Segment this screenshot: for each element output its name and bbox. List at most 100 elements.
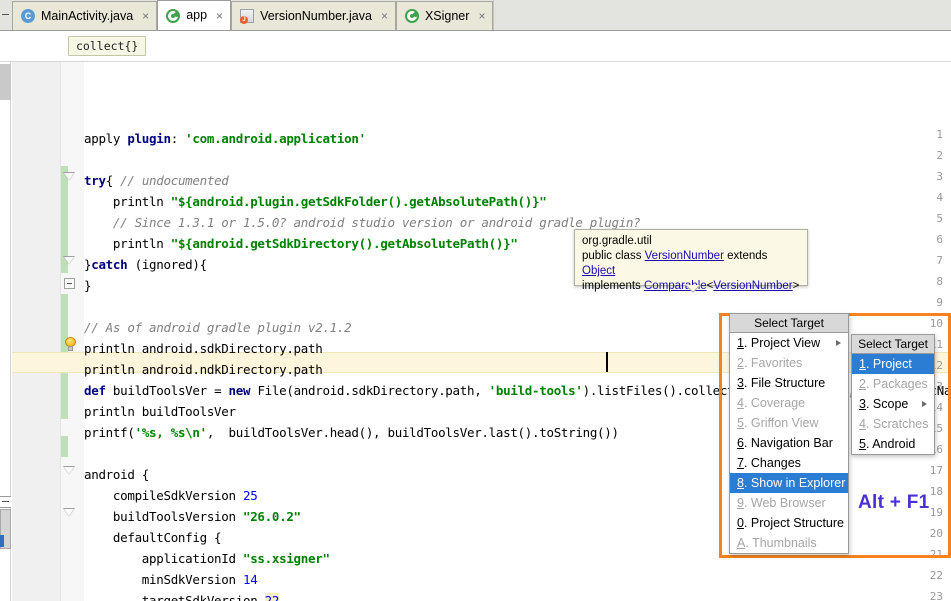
menu-mnemonic: 7 — [737, 456, 744, 470]
code-line-10[interactable]: // As of android gradle plugin v2.1.2 — [84, 317, 352, 338]
submenu-item-project[interactable]: 1. Project — [852, 354, 934, 374]
menu-item-label: . Navigation Bar — [743, 436, 833, 450]
menu-mnemonic: 3 — [737, 376, 744, 390]
code-line-1[interactable]: apply plugin: 'com.android.application' — [84, 128, 366, 149]
editor-tab-bar: C MainActivity.java × app × VersionNumbe… — [0, 0, 951, 31]
menu-item-label: . Android — [865, 437, 916, 451]
menu-item-label: . Favorites — [743, 356, 803, 370]
submenu-title: Select Target — [852, 335, 934, 354]
code-line-6[interactable]: println "${android.getSdkDirectory().get… — [84, 233, 518, 254]
menu-mnemonic: 0 — [737, 516, 744, 530]
menu-mnemonic: 4 — [737, 396, 744, 410]
close-icon[interactable]: × — [142, 10, 149, 22]
changed-lines-marker[interactable] — [61, 436, 68, 457]
tab-mainactivity-java[interactable]: C MainActivity.java × — [12, 1, 158, 30]
tooltip-link-versionnumber-generic[interactable]: VersionNumber — [713, 280, 792, 292]
menu-item-project-structure[interactable]: 0. Project Structure — [730, 513, 848, 533]
code-line-5[interactable]: // Since 1.3.1 or 1.5.0? android studio … — [84, 212, 641, 233]
code-line-21[interactable]: applicationId "ss.xsigner" — [84, 548, 330, 569]
chevron-right-icon — [922, 401, 927, 407]
menu-mnemonic: 6 — [737, 436, 744, 450]
shortcut-annotation-label: Alt + F1 — [858, 492, 930, 513]
menu-item-label: . Coverage — [743, 396, 806, 410]
code-line-23[interactable]: targetSdkVersion 22 — [84, 590, 279, 601]
fold-marker-open[interactable] — [63, 256, 75, 268]
breadcrumb-bar: collect{} — [0, 31, 951, 62]
menu-item-label: . Scope — [865, 397, 909, 411]
menu-mnemonic: 1 — [737, 336, 744, 350]
code-line-4[interactable]: println "${android.plugin.getSdkFolder()… — [84, 191, 547, 212]
menu-item-navigation-bar[interactable]: 6. Navigation Bar — [730, 433, 848, 453]
intention-bulb-icon[interactable] — [63, 337, 78, 352]
text-caret — [606, 352, 608, 372]
tab-versionnumber-java[interactable]: VersionNumber.java × — [231, 1, 396, 30]
code-line-18[interactable]: compileSdkVersion 25 — [84, 485, 258, 506]
code-line-19[interactable]: buildToolsVersion "26.0.2" — [84, 506, 301, 527]
submenu-item-packages[interactable]: 2. Packages — [852, 374, 934, 394]
menu-item-griffon-view[interactable]: 5. Griffon View — [730, 413, 848, 433]
documentation-tooltip: org.gradle.util public class VersionNumb… — [574, 229, 808, 292]
select-target-popup[interactable]: Select Target 1. Project View 2. Favorit… — [729, 313, 849, 554]
menu-item-thumbnails[interactable]: A. Thumbnails — [730, 533, 848, 553]
menu-mnemonic: 8 — [737, 476, 744, 490]
submenu-item-android[interactable]: 5. Android — [852, 434, 934, 454]
tooltip-tail — [685, 285, 701, 293]
menu-item-label: . File Structure — [743, 376, 826, 390]
editor-vertical-scrollbar[interactable] — [0, 62, 11, 601]
code-line-8[interactable]: } — [84, 275, 92, 296]
menu-item-label: . Project View — [743, 336, 821, 350]
submenu-item-scope[interactable]: 3. Scope — [852, 394, 934, 414]
code-line-11[interactable]: println android.sdkDirectory.path — [84, 338, 323, 359]
menu-mnemonic: 1 — [859, 357, 866, 371]
close-icon[interactable]: × — [216, 10, 223, 22]
code-line-14[interactable]: println buildToolsVer — [84, 401, 236, 422]
menu-item-file-structure[interactable]: 3. File Structure — [730, 373, 848, 393]
menu-item-label: . Show in Explorer — [743, 476, 846, 490]
code-line-15[interactable]: printf('%s, %s\n', buildToolsVer.head(),… — [84, 422, 619, 443]
fold-marker-end[interactable] — [64, 278, 75, 289]
code-line-20[interactable]: defaultConfig { — [84, 527, 222, 548]
tab-app[interactable]: app × — [157, 0, 232, 30]
code-line-7[interactable]: }catch (ignored){ — [84, 254, 207, 275]
menu-item-project-view[interactable]: 1. Project View — [730, 333, 848, 353]
java-file-icon — [240, 9, 255, 24]
menu-item-favorites[interactable]: 2. Favorites — [730, 353, 848, 373]
menu-item-label: . Changes — [743, 456, 801, 470]
tooltip-link-versionnumber[interactable]: VersionNumber — [645, 250, 724, 262]
submenu-item-scratches[interactable]: 4. Scratches — [852, 414, 934, 434]
fold-marker-open[interactable] — [63, 172, 75, 184]
menu-item-coverage[interactable]: 4. Coverage — [730, 393, 848, 413]
tab-bar-empty-area — [493, 0, 951, 30]
scrollbar-thumb[interactable] — [0, 64, 11, 100]
project-view-submenu-popup[interactable]: Select Target 1. Project 2. Packages 3. … — [851, 334, 935, 455]
menu-item-web-browser[interactable]: 9. Web Browser — [730, 493, 848, 513]
java-class-icon: C — [21, 9, 35, 23]
tooltip-link-object[interactable]: Object — [582, 265, 615, 277]
close-icon[interactable]: × — [381, 10, 388, 22]
menu-item-label: . Packages — [865, 377, 928, 391]
code-line-22[interactable]: minSdkVersion 14 — [84, 569, 258, 590]
code-line-17[interactable]: android { — [84, 464, 149, 485]
breadcrumb-collect[interactable]: collect{} — [68, 36, 147, 56]
menu-item-show-in-explorer[interactable]: 8. Show in Explorer — [730, 473, 848, 493]
fold-marker-open[interactable] — [63, 466, 75, 478]
menu-item-label: . Scratches — [865, 417, 929, 431]
tab-xsigner[interactable]: XSigner × — [395, 1, 494, 30]
menu-mnemonic: 9 — [737, 496, 744, 510]
fold-marker-open[interactable] — [63, 508, 75, 520]
tooltip-declaration: public class VersionNumber extends Objec… — [582, 249, 800, 279]
close-icon[interactable]: × — [478, 10, 485, 22]
tooltip-text: public class — [582, 250, 645, 262]
tooltip-text: implements — [582, 280, 644, 292]
tool-window-collapse-button[interactable] — [0, 496, 11, 508]
popup-title: Select Target — [730, 314, 848, 333]
menu-item-changes[interactable]: 7. Changes — [730, 453, 848, 473]
menu-mnemonic: 2 — [859, 377, 866, 391]
menu-item-label: . Thumbnails — [745, 536, 817, 550]
tab-list-scroll-left-button[interactable] — [0, 0, 12, 30]
code-line-3[interactable]: try{ // undocumented — [84, 170, 229, 191]
menu-mnemonic: 4 — [859, 417, 866, 431]
editor-gutter[interactable] — [12, 62, 61, 601]
code-line-12[interactable]: println android.ndkDirectory.path — [84, 359, 323, 380]
menu-item-label: . Griffon View — [743, 416, 819, 430]
